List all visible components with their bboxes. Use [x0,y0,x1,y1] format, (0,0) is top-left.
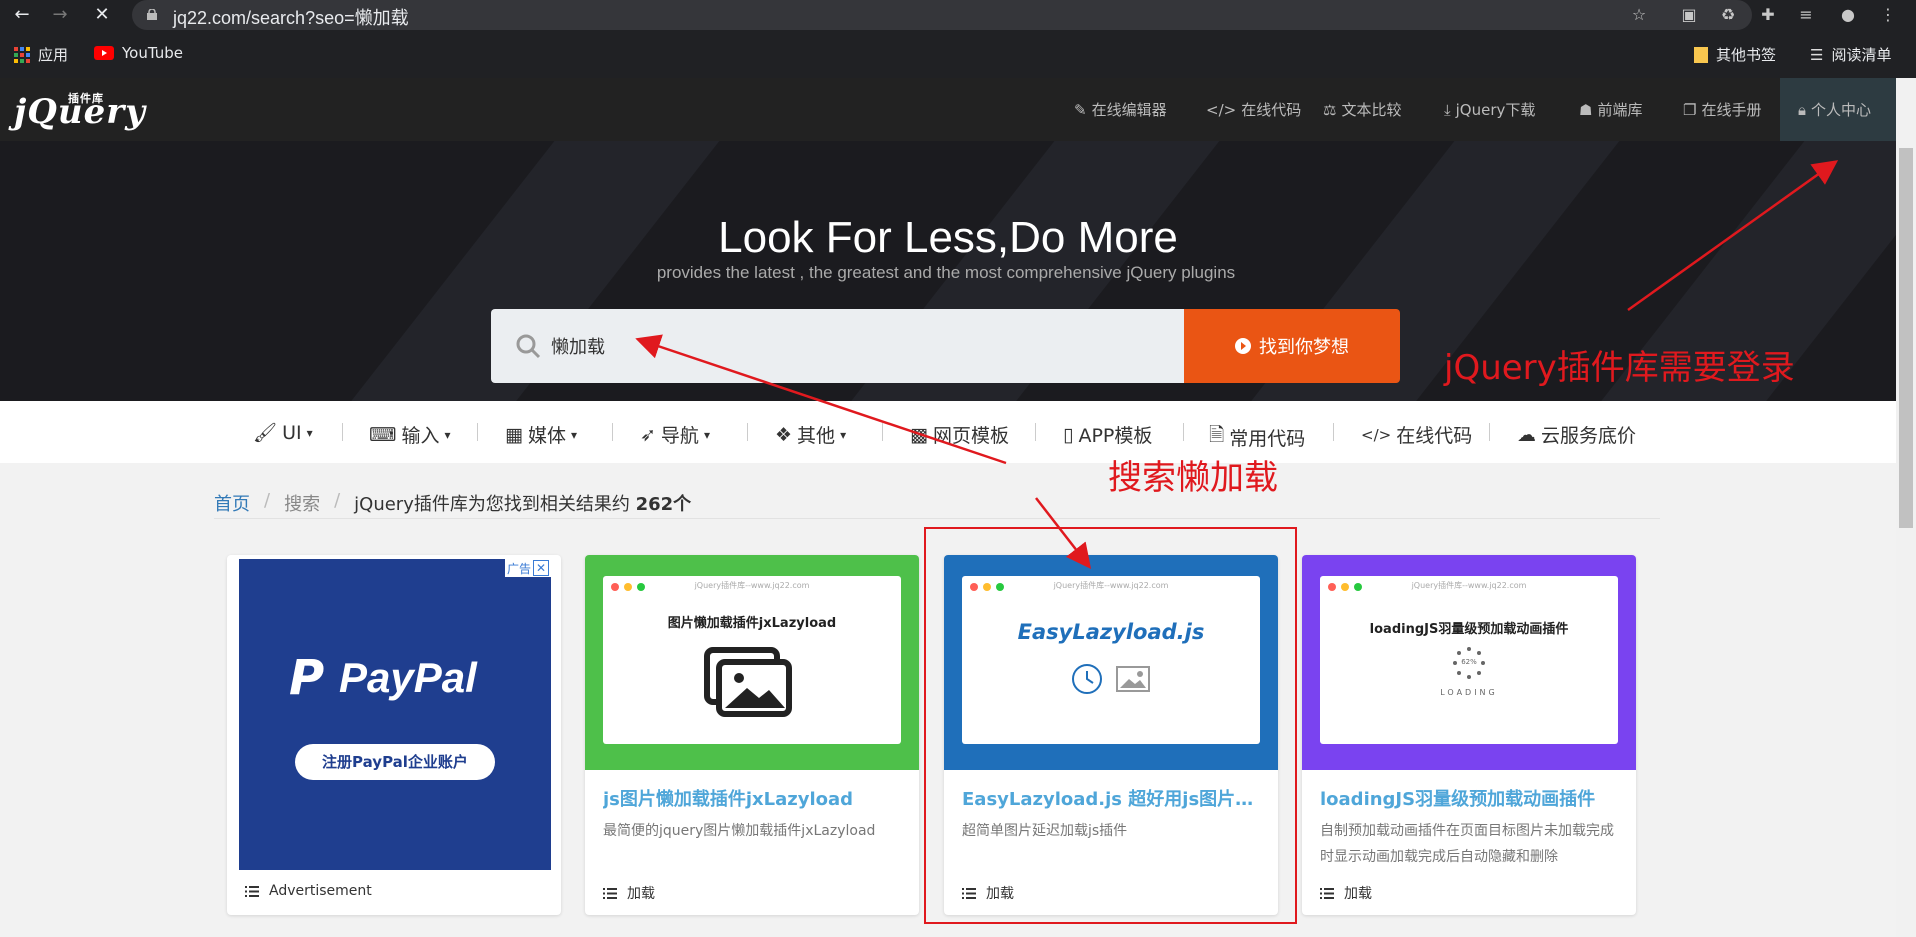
annotation-arrows [635,160,1839,569]
arrow-to-search-input [635,334,1007,465]
arrow-to-personal-center [1627,160,1839,312]
arrow-to-result-card [1035,497,1092,569]
